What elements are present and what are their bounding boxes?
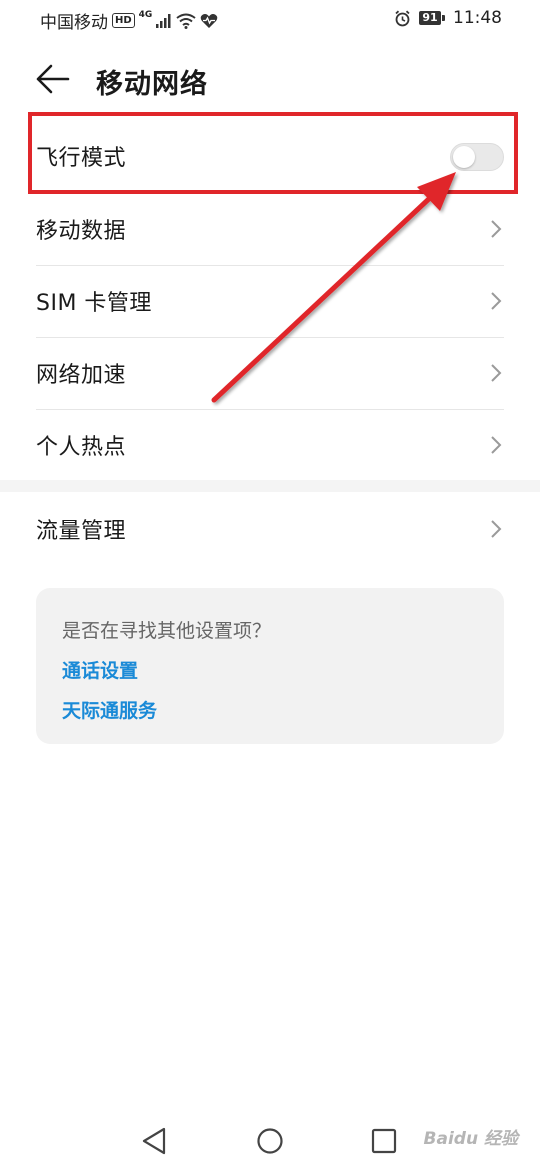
personal-hotspot-row[interactable]: 个人热点 [36, 409, 504, 481]
personal-hotspot-label: 个人热点 [36, 435, 127, 460]
status-right: 91 11:48 [394, 8, 502, 28]
tianjitong-service-link[interactable]: 天际通服务 [62, 696, 157, 723]
toggle-knob [453, 146, 475, 168]
airplane-mode-row[interactable]: 飞行模式 [36, 120, 504, 192]
data-usage-row[interactable]: 流量管理 [36, 493, 504, 565]
alarm-icon [395, 10, 410, 26]
chevron-right-icon [491, 520, 502, 538]
suggestions-title: 是否在寻找其他设置项？ [62, 620, 272, 642]
chevron-right-icon [491, 436, 502, 454]
home-circle-icon[interactable] [253, 1124, 287, 1158]
back-triangle-icon[interactable] [138, 1124, 172, 1158]
back-button[interactable] [36, 64, 72, 96]
call-settings-link[interactable]: 通话设置 [62, 656, 138, 683]
sim-management-label: SIM 卡管理 [36, 291, 152, 316]
mobile-data-label: 移动数据 [36, 219, 127, 244]
clock-time: 11:48 [453, 8, 502, 28]
wifi-icon [176, 13, 196, 29]
page-title: 移动网络 [96, 69, 208, 100]
airplane-mode-label: 飞行模式 [36, 146, 127, 171]
heart-rate-icon [201, 13, 218, 28]
baidu-watermark: Baidu 经验 [423, 1129, 518, 1149]
hd-badge: HD [112, 13, 135, 28]
app-header: 移动网络 [0, 50, 540, 110]
sim-management-row[interactable]: SIM 卡管理 [36, 265, 504, 337]
battery-icon: 91 [419, 11, 445, 25]
signal-icon [156, 13, 171, 28]
section-separator [0, 480, 540, 492]
network-acceleration-row[interactable]: 网络加速 [36, 337, 504, 409]
suggestions-card: 是否在寻找其他设置项？ 通话设置 天际通服务 [36, 588, 504, 744]
chevron-right-icon [491, 220, 502, 238]
chevron-right-icon [491, 364, 502, 382]
airplane-mode-toggle[interactable] [450, 143, 504, 171]
status-left: 中国移动 HD 4G [40, 8, 218, 33]
network-acceleration-label: 网络加速 [36, 363, 127, 388]
status-bar: 中国移动 HD 4G 91 11:48 [0, 0, 540, 40]
mobile-data-row[interactable]: 移动数据 [36, 193, 504, 265]
recents-square-icon[interactable] [367, 1124, 401, 1158]
data-usage-label: 流量管理 [36, 519, 127, 544]
network-type: 4G [138, 9, 153, 20]
chevron-right-icon [491, 292, 502, 310]
carrier-name: 中国移动 [40, 13, 108, 33]
back-arrow-icon [36, 64, 70, 94]
